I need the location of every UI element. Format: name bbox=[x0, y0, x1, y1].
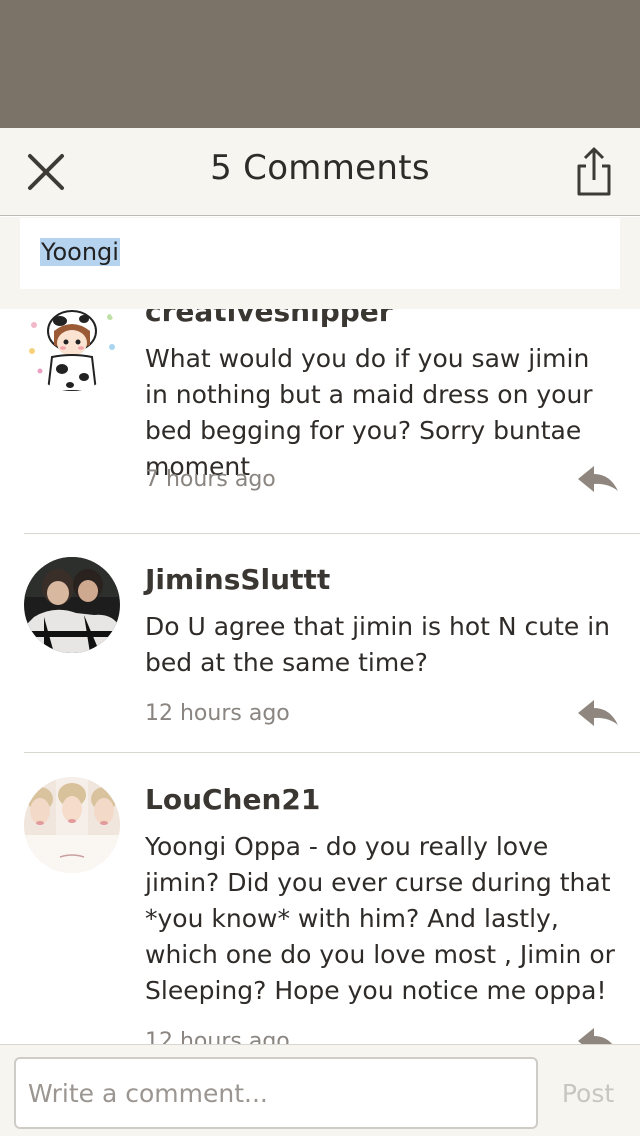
share-icon[interactable] bbox=[574, 146, 614, 198]
comment-timestamp: 7 hours ago bbox=[145, 467, 276, 492]
avatar[interactable] bbox=[24, 777, 120, 873]
comment-text: Do U agree that jimin is hot N cute in b… bbox=[145, 612, 611, 677]
reply-icon[interactable] bbox=[576, 463, 620, 495]
search-query-text[interactable]: Yoongi bbox=[40, 238, 120, 266]
photo-avatar-icon bbox=[24, 557, 120, 653]
comment-timestamp: 12 hours ago bbox=[145, 701, 290, 726]
comment-composer: Post bbox=[0, 1044, 640, 1136]
reply-icon[interactable] bbox=[576, 1025, 620, 1044]
post-button[interactable]: Post bbox=[548, 1057, 628, 1129]
comment-text: Yoongi Oppa - do you really love jimin? … bbox=[145, 832, 615, 1005]
page-title: 5 Comments bbox=[210, 148, 430, 188]
comment-text: What would you do if you saw jimin in no… bbox=[145, 344, 593, 481]
dimmed-background-overlay[interactable] bbox=[0, 0, 640, 128]
comment-username[interactable]: creativeshipper bbox=[145, 309, 393, 328]
reply-icon[interactable] bbox=[576, 697, 620, 729]
comment-timestamp: 12 hours ago bbox=[145, 1029, 290, 1044]
comment-list[interactable]: creativeshipper What would you do if you… bbox=[0, 309, 640, 1044]
comments-header: 5 Comments bbox=[0, 128, 640, 216]
comment-input[interactable] bbox=[14, 1057, 538, 1129]
search-area: Yoongi bbox=[0, 217, 640, 309]
comment-username[interactable]: LouChen21 bbox=[145, 783, 320, 816]
photo-collage-avatar-icon bbox=[24, 777, 120, 873]
comment-item: LouChen21 Yoongi Oppa - do you really lo… bbox=[0, 753, 640, 1044]
chibi-cow-avatar-icon bbox=[24, 309, 120, 391]
search-field[interactable]: Yoongi bbox=[20, 218, 620, 289]
avatar[interactable] bbox=[24, 309, 120, 391]
comment-username[interactable]: JiminsSluttt bbox=[145, 563, 330, 596]
avatar[interactable] bbox=[24, 557, 120, 653]
comment-item: JiminsSluttt Do U agree that jimin is ho… bbox=[0, 533, 640, 753]
comment-item: creativeshipper What would you do if you… bbox=[0, 309, 640, 535]
